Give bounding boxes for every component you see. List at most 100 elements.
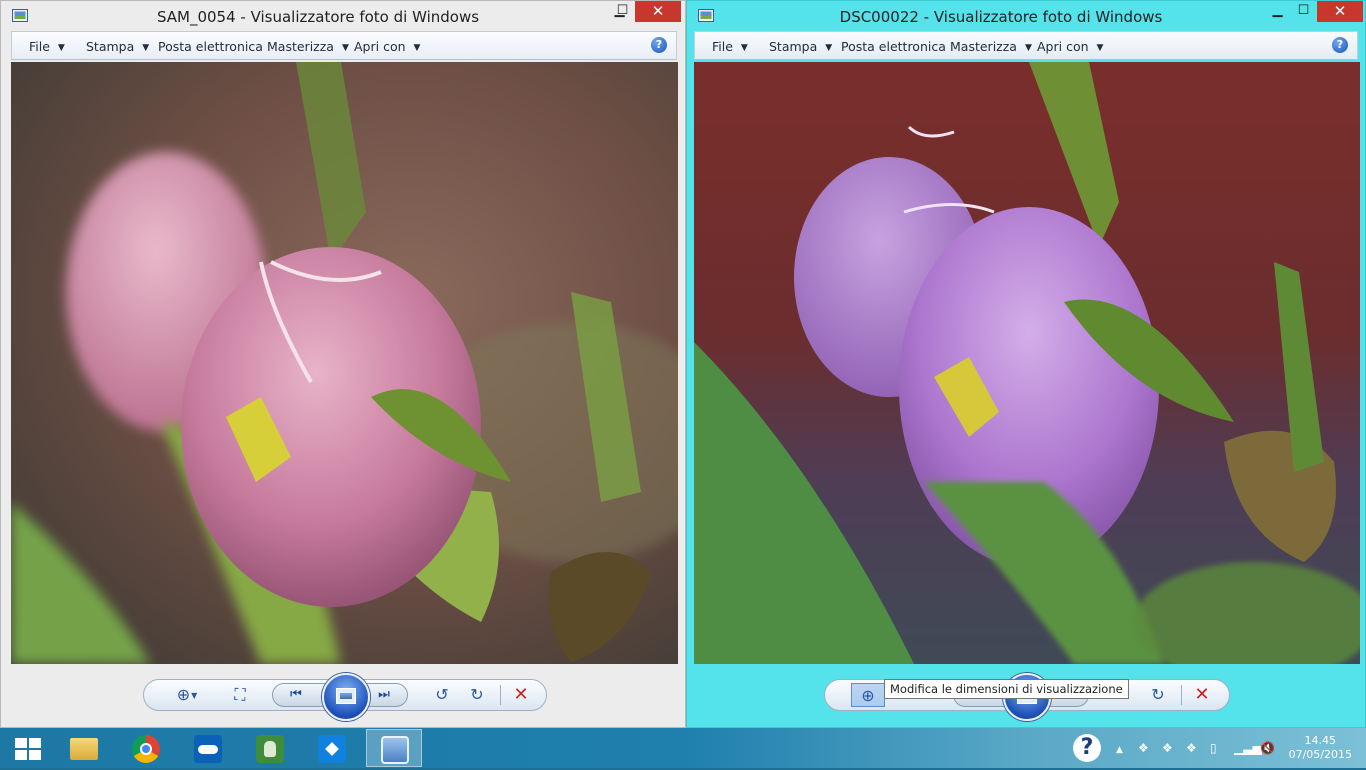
dropbox-tray-icon[interactable]: ❖ bbox=[1186, 728, 1197, 768]
photo-display[interactable] bbox=[694, 62, 1360, 664]
menu-open-with[interactable]: Apri con ▼ bbox=[1037, 39, 1103, 54]
rotate-ccw-icon: ↺ bbox=[435, 685, 449, 704]
delete-icon: ✕ bbox=[513, 684, 529, 705]
chevron-down-icon: ▼ bbox=[1024, 43, 1032, 53]
volume-muted-icon[interactable]: 🔇 bbox=[1260, 728, 1275, 768]
dropbox-tray-icon[interactable]: ❖ bbox=[1162, 728, 1173, 768]
battery-icon[interactable]: ▯ bbox=[1210, 728, 1217, 768]
window-title: SAM_0054 - Visualizzatore foto di Window… bbox=[156, 8, 480, 26]
zoom-icon: ⊕ bbox=[861, 686, 875, 705]
next-icon: ⏭ bbox=[378, 687, 390, 702]
taskbar-onedrive[interactable] bbox=[180, 729, 236, 767]
windows-logo-pane bbox=[29, 750, 41, 760]
menu-file[interactable]: File ▼ bbox=[29, 39, 65, 54]
next-button[interactable]: ⏭ bbox=[369, 684, 399, 706]
maximize-button[interactable]: ☐ bbox=[609, 1, 636, 22]
zoom-button[interactable]: ⊕ bbox=[851, 683, 885, 707]
help-icon[interactable]: ? bbox=[1073, 734, 1101, 762]
taskbar-dropbox[interactable] bbox=[304, 729, 360, 767]
chevron-down-icon: ▼ bbox=[341, 43, 349, 53]
close-button[interactable]: ✕ bbox=[1317, 1, 1363, 22]
clock[interactable]: 14.45 07/05/2015 bbox=[1289, 734, 1352, 762]
start-button[interactable] bbox=[15, 738, 41, 760]
title-bar[interactable]: DSC00022 - Visualizzatore foto di Window… bbox=[687, 1, 1365, 31]
menu-email[interactable]: Posta elettronica bbox=[841, 39, 946, 54]
zoom-tooltip: Modifica le dimensioni di visualizzazion… bbox=[884, 679, 1129, 699]
photo-viewer-window-right[interactable]: DSC00022 - Visualizzatore foto di Window… bbox=[686, 0, 1366, 728]
photo-viewer-icon bbox=[381, 736, 409, 764]
menu-burn[interactable]: Masterizza ▼ bbox=[267, 39, 349, 54]
windows-logo-pane bbox=[15, 750, 27, 760]
chevron-down-icon: ▼ bbox=[142, 43, 150, 53]
chevron-up-icon: ▲ bbox=[1116, 745, 1123, 755]
rotate-right-button[interactable]: ↻ bbox=[464, 683, 490, 707]
chevron-down-icon: ▼ bbox=[413, 43, 421, 53]
rotate-left-button[interactable]: ↺ bbox=[429, 683, 455, 707]
delete-icon: ✕ bbox=[1194, 684, 1210, 705]
menu-print[interactable]: Stampa ▼ bbox=[769, 39, 832, 54]
menu-bar: File ▼ Stampa ▼ Posta elettronica Masteriz… bbox=[694, 31, 1358, 60]
windows-logo-icon bbox=[15, 738, 27, 748]
zoom-icon: ⊕ bbox=[176, 685, 191, 704]
help-icon[interactable]: ? bbox=[651, 37, 667, 53]
window-title: DSC00022 - Visualizzatore foto di Window… bbox=[839, 8, 1163, 26]
onedrive-icon bbox=[194, 735, 222, 763]
menu-open-with[interactable]: Apri con ▼ bbox=[354, 39, 420, 54]
slideshow-button[interactable] bbox=[322, 673, 370, 721]
slideshow-icon bbox=[336, 688, 356, 704]
close-icon: ✕ bbox=[1333, 2, 1347, 20]
rotate-cw-icon: ↻ bbox=[470, 685, 484, 704]
photo-viewer-app-icon bbox=[698, 9, 714, 22]
menu-print[interactable]: Stampa ▼ bbox=[86, 39, 149, 54]
rotate-right-button[interactable]: ↻ bbox=[1145, 683, 1171, 707]
photo-viewer-window-left[interactable]: SAM_0054 - Visualizzatore foto di Window… bbox=[0, 0, 686, 728]
taskbar-evernote[interactable] bbox=[242, 729, 298, 767]
chevron-down-icon: ▼ bbox=[740, 43, 748, 53]
taskbar-photo-viewer[interactable] bbox=[366, 729, 422, 767]
menu-file[interactable]: File ▼ bbox=[712, 39, 748, 54]
show-hidden-icons-button[interactable]: ▲ bbox=[1116, 728, 1123, 770]
divider bbox=[500, 685, 501, 705]
previous-icon: ⏮ bbox=[290, 687, 302, 702]
flower-photo-image bbox=[694, 62, 1360, 664]
delete-button[interactable]: ✕ bbox=[508, 683, 534, 707]
fit-window-icon: ⛶ bbox=[234, 685, 246, 704]
windows-logo-pane bbox=[29, 738, 41, 748]
clock-date: 07/05/2015 bbox=[1288, 748, 1352, 761]
chevron-down-icon: ▼ bbox=[57, 43, 65, 53]
rotate-cw-icon: ↻ bbox=[1151, 685, 1165, 704]
network-signal-icon[interactable]: ▁▃▅ bbox=[1234, 728, 1262, 768]
chrome-icon bbox=[132, 735, 160, 763]
close-button[interactable]: ✕ bbox=[635, 1, 681, 22]
photo-display[interactable] bbox=[11, 62, 678, 664]
viewer-controls: ⊕▼ ⛶ ⏮ ⏭ ↺ ↻ ✕ bbox=[143, 673, 547, 721]
help-icon[interactable]: ? bbox=[1332, 37, 1348, 53]
photo-viewer-app-icon bbox=[12, 9, 28, 22]
chevron-down-icon: ▼ bbox=[191, 691, 198, 700]
taskbar: ? ▲ ❖ ❖ ❖ ▯ ▁▃▅ 🔇 14.45 07/05/2015 bbox=[0, 728, 1366, 768]
delete-button[interactable]: ✕ bbox=[1189, 683, 1215, 707]
menu-email[interactable]: Posta elettronica bbox=[158, 39, 263, 54]
flower-photo-image bbox=[11, 62, 678, 664]
maximize-icon: ☐ bbox=[616, 3, 629, 18]
previous-button[interactable]: ⏮ bbox=[281, 684, 311, 706]
folder-icon bbox=[70, 738, 98, 760]
zoom-button[interactable]: ⊕▼ bbox=[170, 683, 204, 707]
chevron-down-icon: ▼ bbox=[825, 43, 833, 53]
clock-time: 14.45 bbox=[1304, 734, 1337, 747]
chevron-down-icon: ▼ bbox=[1096, 43, 1104, 53]
evernote-icon bbox=[256, 735, 284, 763]
menu-bar: File ▼ Stampa ▼ Posta elettronica Masteriz… bbox=[11, 31, 677, 60]
divider bbox=[1181, 685, 1182, 705]
close-icon: ✕ bbox=[651, 2, 665, 20]
dropbox-tray-icon[interactable]: ❖ bbox=[1138, 728, 1149, 768]
menu-burn[interactable]: Masterizza ▼ bbox=[950, 39, 1032, 54]
maximize-button[interactable]: ☐ bbox=[1290, 1, 1317, 22]
taskbar-chrome[interactable] bbox=[118, 729, 174, 767]
minimize-button[interactable]: ▁ bbox=[1264, 1, 1291, 22]
dropbox-icon bbox=[318, 735, 346, 763]
maximize-icon: ☐ bbox=[1297, 3, 1310, 18]
title-bar[interactable]: SAM_0054 - Visualizzatore foto di Window… bbox=[1, 1, 685, 31]
fit-to-window-button[interactable]: ⛶ bbox=[227, 683, 253, 707]
taskbar-file-explorer[interactable] bbox=[56, 729, 112, 767]
